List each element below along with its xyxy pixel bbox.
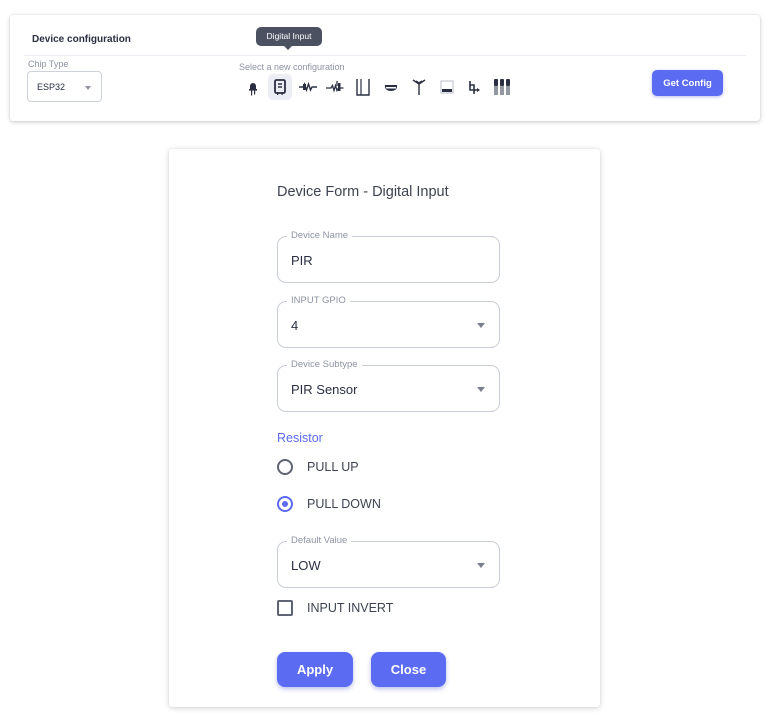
digital-input-icon[interactable] — [268, 74, 292, 100]
potentiometer-icon[interactable] — [323, 74, 347, 100]
relay-contact-icon[interactable] — [351, 74, 375, 100]
device-subtype-select[interactable]: Device Subtype PIR Sensor — [277, 359, 500, 412]
form-title: Device Form - Digital Input — [277, 184, 449, 200]
radio-unchecked-icon[interactable] — [277, 459, 293, 475]
resistor-section-label: Resistor — [277, 431, 323, 445]
tooltip: Digital Input — [256, 27, 322, 46]
default-value-value: LOW — [291, 558, 321, 573]
input-invert-label: INPUT INVERT — [307, 601, 394, 615]
default-value-label: Default Value — [287, 535, 352, 547]
antenna-icon[interactable] — [407, 74, 431, 100]
device-name-field[interactable]: Device Name PIR — [277, 230, 500, 283]
radio-checked-icon[interactable] — [277, 496, 293, 512]
device-name-value: PIR — [291, 253, 313, 268]
servo-icon[interactable] — [462, 74, 486, 100]
chevron-down-icon — [85, 86, 91, 90]
display-module-icon[interactable] — [435, 74, 459, 100]
chip-type-select[interactable]: ESP32 — [27, 71, 102, 102]
input-gpio-value: 4 — [291, 318, 299, 333]
transistor-pair-icon[interactable] — [490, 74, 514, 100]
radio-pull-up-label: PULL UP — [307, 460, 359, 474]
device-form-panel: Device Form - Digital Input Device Name … — [169, 149, 600, 707]
resistor-icon[interactable] — [296, 74, 320, 100]
checkbox-unchecked-icon[interactable] — [277, 600, 293, 616]
config-title: Device configuration — [32, 34, 131, 45]
device-name-label: Device Name — [287, 230, 353, 242]
radio-pull-down-label: PULL DOWN — [307, 497, 381, 511]
device-subtype-value: PIR Sensor — [291, 382, 358, 397]
get-config-button[interactable]: Get Config — [652, 70, 723, 96]
close-button[interactable]: Close — [371, 652, 446, 687]
apply-button[interactable]: Apply — [277, 652, 353, 687]
input-gpio-label: INPUT GPIO — [287, 295, 350, 307]
chevron-down-icon — [477, 323, 485, 328]
chevron-down-icon — [477, 387, 485, 392]
led-icon[interactable] — [241, 74, 265, 100]
config-divider — [24, 55, 746, 56]
chip-type-label: Chip Type — [28, 59, 69, 69]
input-gpio-select[interactable]: INPUT GPIO 4 — [277, 295, 500, 348]
chip-type-value: ESP32 — [37, 82, 66, 92]
tooltip-arrow — [284, 46, 292, 50]
buzzer-icon[interactable] — [379, 74, 403, 100]
device-subtype-label: Device Subtype — [287, 359, 362, 371]
default-value-select[interactable]: Default Value LOW — [277, 535, 500, 588]
device-configuration-panel: Device configuration Chip Type ESP32 Sel… — [10, 15, 760, 121]
chevron-down-icon — [477, 563, 485, 568]
select-configuration-label: Select a new configuration — [239, 62, 345, 72]
